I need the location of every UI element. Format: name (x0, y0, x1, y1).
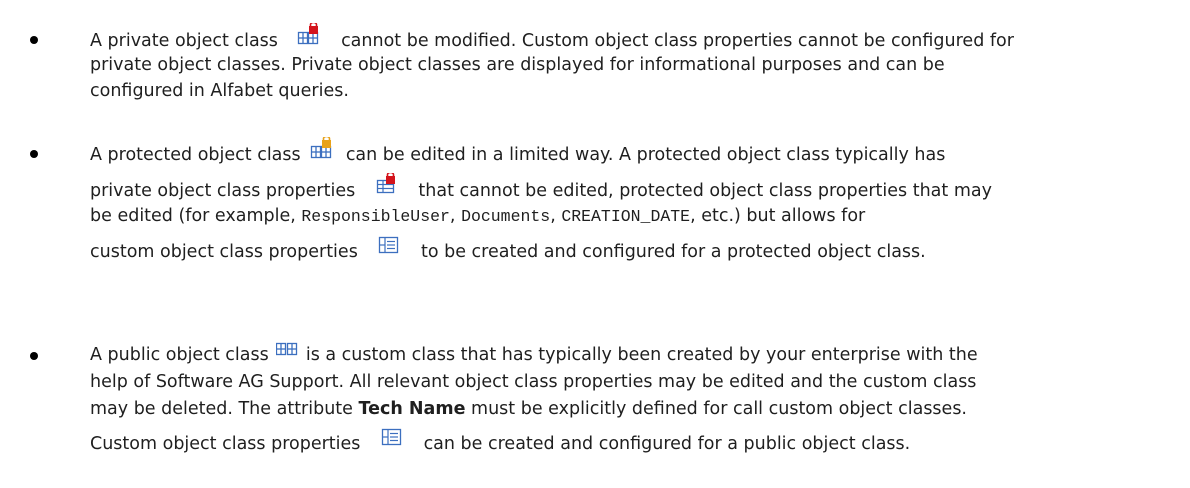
code-span: Documents (461, 207, 551, 226)
public-class-icon (276, 339, 298, 365)
text-span: Custom object class properties (90, 434, 361, 454)
text-span: custom object class properties (90, 242, 358, 262)
text-span: can be created and configured for a publ… (423, 434, 911, 454)
text-line: Custom object class properties can be cr… (90, 426, 911, 459)
private-class-icon (297, 21, 321, 53)
text-line: configured in Alfabet queries. (90, 78, 349, 104)
text-span: be edited (for example, (90, 206, 302, 226)
text-line: private object class properties that can… (90, 171, 992, 206)
text-span: is a custom class that has typically bee… (305, 345, 978, 365)
document-page: A private object class cannot be modifie… (0, 0, 1190, 488)
text-span: help of Software AG Support. All relevan… (90, 372, 977, 392)
text-span: private object class properties (90, 181, 356, 201)
text-line: be edited (for example, ResponsibleUser,… (90, 203, 865, 230)
text-span: A protected object class (90, 145, 301, 165)
custom-property-icon (377, 234, 401, 264)
text-line: A protected object class can be edited i… (90, 135, 946, 170)
text-span: A public object class (90, 345, 269, 365)
text-span: private object classes. Private object c… (90, 55, 945, 75)
protected-class-icon (310, 135, 334, 167)
text-line: may be deleted. The attribute Tech Name … (90, 396, 967, 422)
text-span: that cannot be edited, protected object … (418, 181, 992, 201)
custom-property-icon (380, 426, 404, 456)
code-span: ResponsibleUser (301, 207, 450, 226)
text-span: must be explicitly defined for call cust… (465, 399, 967, 419)
private-property-icon (375, 171, 399, 203)
code-span: CREATION_DATE (561, 207, 691, 226)
text-line: private object classes. Private object c… (90, 52, 945, 78)
text-span: may be deleted. The attribute (90, 399, 359, 419)
bold-term: Tech Name (358, 399, 466, 419)
text-line: help of Software AG Support. All relevan… (90, 369, 976, 395)
bullet (30, 352, 38, 360)
text-span: cannot be modified. Custom object class … (341, 31, 1014, 51)
bullet (30, 150, 38, 158)
text-span: A private object class (90, 31, 278, 51)
text-span: , etc.) but allows for (690, 206, 866, 226)
text-span: , (550, 206, 562, 226)
text-span: configured in Alfabet queries. (90, 81, 349, 101)
bullet (30, 36, 38, 44)
text-span: can be edited in a limited way. A protec… (345, 145, 946, 165)
text-span: to be created and configured for a prote… (420, 242, 926, 262)
text-span: , (449, 206, 462, 226)
text-line: custom object class properties to be cre… (90, 234, 926, 267)
text-line: A public object class is a custom class … (90, 342, 978, 368)
